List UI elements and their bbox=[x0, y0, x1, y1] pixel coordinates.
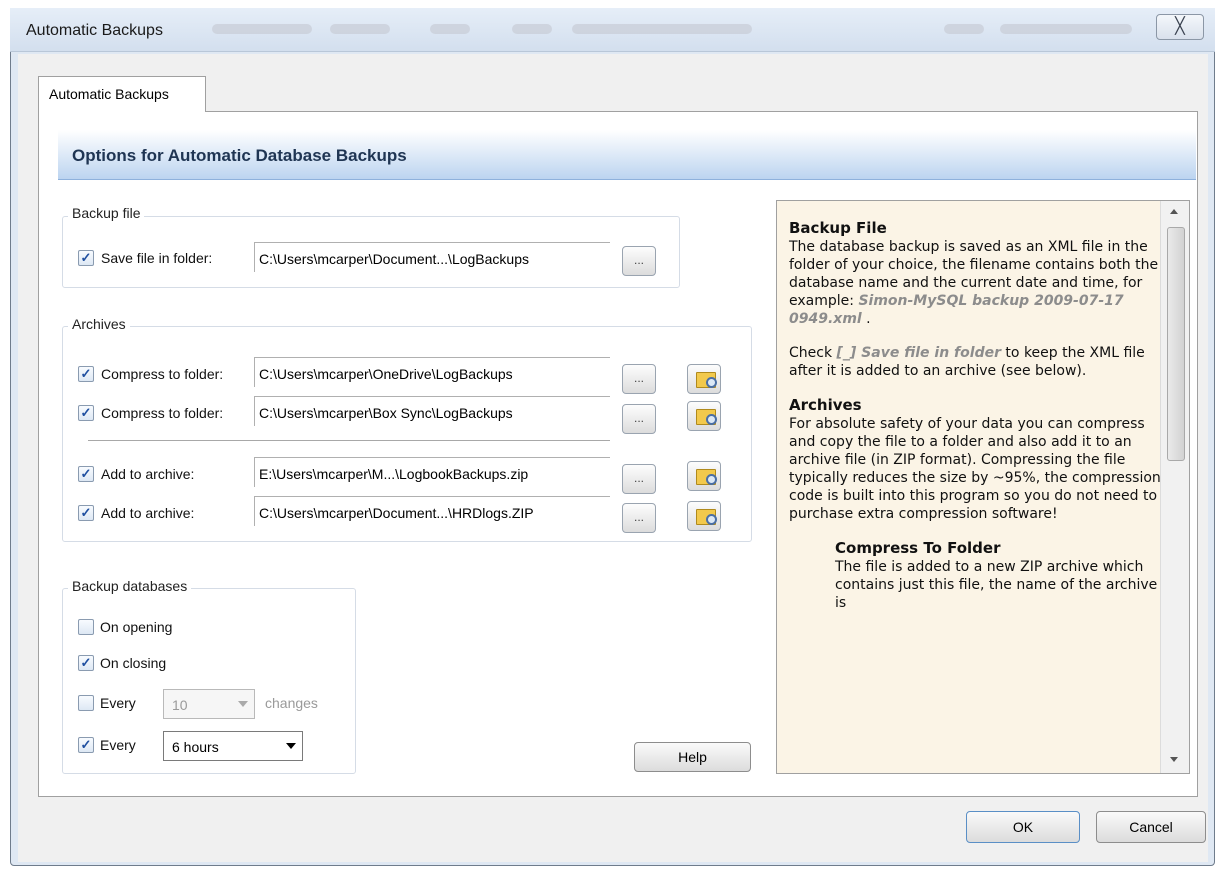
help-compress-text: The file is added to a new ZIP archive w… bbox=[835, 559, 1158, 611]
compress-folder-2-browse-button[interactable]: ... bbox=[622, 404, 656, 434]
compress-folder-1-label: Compress to folder: bbox=[101, 366, 224, 382]
changes-count-select[interactable]: 10 bbox=[163, 689, 255, 719]
folder-search-icon bbox=[696, 409, 717, 425]
help-pane[interactable]: Backup File The database backup is saved… bbox=[776, 200, 1190, 774]
changes-suffix-label: changes bbox=[265, 695, 318, 711]
blurred-title-text bbox=[512, 24, 552, 34]
save-file-path-input[interactable]: C:\Users\mcarper\Document...\LogBackups bbox=[254, 242, 610, 272]
on-closing-label: On closing bbox=[100, 655, 167, 671]
scroll-thumb[interactable] bbox=[1167, 227, 1185, 461]
folder-search-icon bbox=[696, 509, 717, 525]
close-icon: ╳ bbox=[1175, 18, 1185, 35]
page-title: Options for Automatic Database Backups bbox=[72, 146, 407, 165]
on-opening-label: On opening bbox=[100, 619, 173, 635]
compress-folder-2-open-button[interactable] bbox=[687, 401, 721, 431]
compress-folder-2-label: Compress to folder: bbox=[101, 405, 224, 421]
help-check-text: Check bbox=[789, 345, 837, 361]
add-archive-2-path-input[interactable]: C:\Users\mcarper\Document...\HRDlogs.ZIP bbox=[254, 496, 610, 526]
blurred-title-text bbox=[1000, 24, 1132, 34]
help-scrollbar[interactable] bbox=[1160, 201, 1189, 773]
ok-button[interactable]: OK bbox=[966, 811, 1080, 843]
compress-folder-2-checkbox[interactable]: ✓ bbox=[78, 405, 94, 421]
chevron-down-icon bbox=[238, 701, 248, 707]
archives-legend: Archives bbox=[68, 316, 130, 332]
add-archive-2-browse-button[interactable]: ... bbox=[622, 503, 656, 533]
archives-separator bbox=[88, 440, 610, 441]
on-opening-checkbox[interactable]: ✓ bbox=[78, 619, 94, 635]
compress-folder-1-path-input[interactable]: C:\Users\mcarper\OneDrive\LogBackups bbox=[254, 357, 610, 387]
folder-search-icon bbox=[696, 469, 717, 485]
checkmark-icon: ✓ bbox=[80, 505, 92, 520]
add-archive-2-open-button[interactable] bbox=[687, 501, 721, 531]
help-compress-heading: Compress To Folder bbox=[835, 539, 1001, 557]
compress-folder-2-path-input[interactable]: C:\Users\mcarper\Box Sync\LogBackups bbox=[254, 396, 610, 426]
help-backup-file-text-end: . bbox=[861, 311, 871, 327]
backup-file-legend: Backup file bbox=[68, 205, 145, 221]
every-changes-checkbox[interactable]: ✓ bbox=[78, 695, 94, 711]
save-file-label: Save file in folder: bbox=[101, 250, 213, 266]
cancel-button[interactable]: Cancel bbox=[1096, 811, 1206, 843]
chevron-down-icon bbox=[286, 743, 296, 749]
help-archives-text: For absolute safety of your data you can… bbox=[789, 416, 1161, 522]
checkmark-icon: ✓ bbox=[80, 366, 92, 381]
compress-folder-1-open-button[interactable] bbox=[687, 364, 721, 394]
scroll-down-icon[interactable] bbox=[1170, 757, 1178, 762]
every-changes-label: Every bbox=[100, 695, 136, 711]
tab-automatic-backups[interactable]: Automatic Backups bbox=[38, 76, 206, 112]
checkmark-icon: ✓ bbox=[81, 619, 92, 634]
changes-count-value: 10 bbox=[172, 697, 188, 713]
blurred-title-text bbox=[212, 24, 312, 34]
add-archive-2-checkbox[interactable]: ✓ bbox=[78, 505, 94, 521]
scroll-up-icon[interactable] bbox=[1170, 209, 1178, 214]
on-closing-checkbox[interactable]: ✓ bbox=[78, 655, 94, 671]
help-check-option: [_] Save file in folder bbox=[836, 345, 1001, 361]
folder-search-icon bbox=[696, 372, 717, 388]
checkmark-icon: ✓ bbox=[81, 695, 92, 710]
interval-select[interactable]: 6 hours bbox=[163, 731, 303, 761]
blurred-title-text bbox=[430, 24, 470, 34]
help-button[interactable]: Help bbox=[634, 742, 751, 772]
help-text: Backup File The database backup is saved… bbox=[789, 219, 1161, 628]
close-button[interactable]: ╳ bbox=[1156, 14, 1204, 40]
interval-value: 6 hours bbox=[172, 739, 219, 755]
add-archive-1-checkbox[interactable]: ✓ bbox=[78, 466, 94, 482]
blurred-title-text bbox=[572, 24, 752, 34]
blurred-title-text bbox=[330, 24, 390, 34]
save-file-checkbox[interactable]: ✓ bbox=[78, 250, 94, 266]
checkmark-icon: ✓ bbox=[80, 466, 92, 481]
every-time-label: Every bbox=[100, 737, 136, 753]
every-time-checkbox[interactable]: ✓ bbox=[78, 737, 94, 753]
add-archive-1-open-button[interactable] bbox=[687, 461, 721, 491]
checkmark-icon: ✓ bbox=[80, 655, 92, 670]
compress-folder-1-checkbox[interactable]: ✓ bbox=[78, 366, 94, 382]
window-title: Automatic Backups bbox=[26, 22, 163, 39]
save-file-browse-button[interactable]: ... bbox=[622, 246, 656, 276]
blurred-title-text bbox=[944, 24, 984, 34]
help-archives-heading: Archives bbox=[789, 396, 862, 414]
add-archive-2-label: Add to archive: bbox=[101, 505, 195, 521]
add-archive-1-label: Add to archive: bbox=[101, 466, 195, 482]
checkmark-icon: ✓ bbox=[80, 737, 92, 752]
backup-databases-legend: Backup databases bbox=[68, 578, 192, 594]
checkmark-icon: ✓ bbox=[80, 250, 92, 265]
add-archive-1-browse-button[interactable]: ... bbox=[622, 464, 656, 494]
help-backup-file-heading: Backup File bbox=[789, 219, 887, 237]
add-archive-1-path-input[interactable]: E:\Users\mcarper\M...\LogbookBackups.zip bbox=[254, 457, 610, 487]
checkmark-icon: ✓ bbox=[80, 405, 92, 420]
compress-folder-1-browse-button[interactable]: ... bbox=[622, 364, 656, 394]
